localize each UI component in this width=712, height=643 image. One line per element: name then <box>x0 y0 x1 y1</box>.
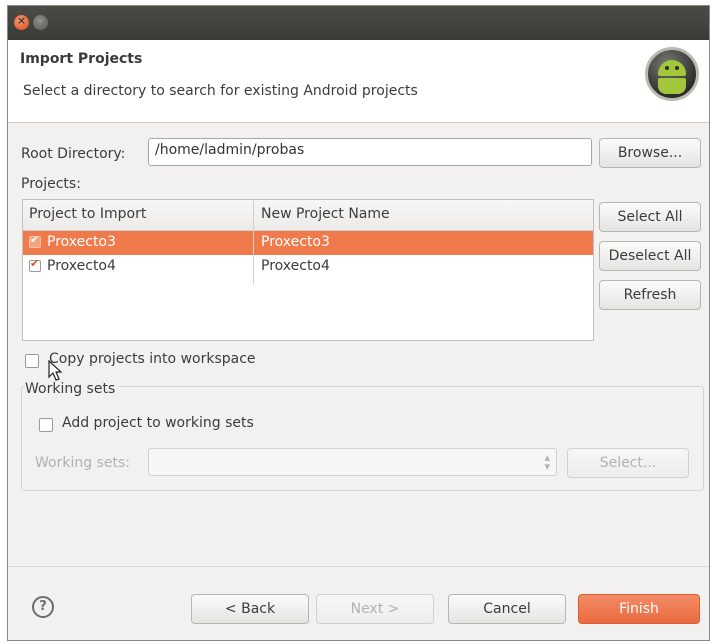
working-sets-group-label: Working sets <box>25 381 120 397</box>
table-header: Project to Import New Project Name <box>23 200 593 231</box>
next-button[interactable]: Next > <box>316 594 434 624</box>
project-name-cell: Proxecto4 <box>47 258 116 274</box>
column-header-project[interactable]: Project to Import <box>29 206 146 222</box>
working-sets-combo[interactable]: ▴ ▾ <box>148 448 557 476</box>
add-to-working-sets-label[interactable]: Add project to working sets <box>62 415 254 431</box>
deselect-all-button[interactable]: Deselect All <box>599 241 701 271</box>
page-subtitle: Select a directory to search for existin… <box>23 83 418 99</box>
select-all-button[interactable]: Select All <box>599 202 701 232</box>
finish-button[interactable]: Finish <box>578 594 700 624</box>
add-to-working-sets-checkbox[interactable] <box>39 418 53 432</box>
help-icon[interactable]: ? <box>32 596 54 618</box>
new-project-name-cell[interactable]: Proxecto4 <box>261 258 330 274</box>
refresh-button[interactable]: Refresh <box>599 280 701 310</box>
row-checkbox[interactable] <box>29 257 41 272</box>
browse-button[interactable]: Browse... <box>599 138 701 168</box>
cancel-button[interactable]: Cancel <box>448 594 566 624</box>
mouse-cursor-icon <box>48 360 62 381</box>
back-button[interactable]: < Back <box>191 594 309 624</box>
android-logo <box>645 47 699 101</box>
projects-table[interactable]: Project to Import New Project Name Proxe… <box>22 199 594 341</box>
title-bar: × – <box>8 6 709 40</box>
close-icon[interactable]: × <box>14 14 29 30</box>
root-directory-label: Root Directory: <box>21 146 126 162</box>
minimize-icon[interactable]: – <box>33 14 48 30</box>
updown-arrows-icon: ▴ ▾ <box>544 451 550 473</box>
footer-divider <box>8 566 709 567</box>
copy-projects-checkbox[interactable] <box>25 354 39 368</box>
projects-label: Projects: <box>21 176 81 192</box>
copy-projects-label[interactable]: Copy projects into workspace <box>49 351 256 367</box>
table-row[interactable]: Proxecto4 Proxecto4 <box>23 255 593 279</box>
column-header-new-name[interactable]: New Project Name <box>261 206 390 222</box>
root-directory-field[interactable]: /home/ladmin/probas <box>148 138 592 166</box>
row-checkbox[interactable] <box>29 233 41 248</box>
select-working-sets-button[interactable]: Select... <box>567 448 689 478</box>
new-project-name-cell[interactable]: Proxecto3 <box>261 234 330 250</box>
android-head-icon <box>658 60 686 76</box>
table-row[interactable]: Proxecto3 Proxecto3 <box>23 231 593 255</box>
android-eye-icon <box>675 66 679 70</box>
dialog-header: Import Projects Select a directory to se… <box>8 40 709 123</box>
android-eye-icon <box>665 66 669 70</box>
working-sets-label: Working sets: <box>35 455 130 471</box>
import-projects-dialog: × – Import Projects Select a directory t… <box>7 5 710 641</box>
column-divider[interactable] <box>253 200 254 284</box>
android-body-icon <box>658 78 686 94</box>
project-name-cell: Proxecto3 <box>47 234 116 250</box>
page-title: Import Projects <box>20 51 143 67</box>
